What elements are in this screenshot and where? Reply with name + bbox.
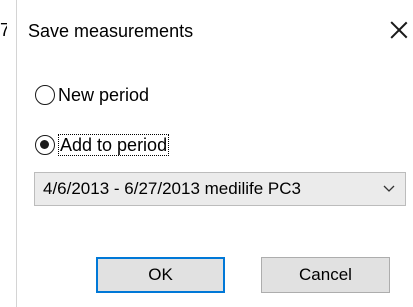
new-period-radio[interactable] <box>35 85 55 105</box>
chevron-down-icon[interactable] <box>383 185 395 195</box>
cancel-button[interactable]: Cancel <box>261 257 390 293</box>
add-to-period-radio[interactable] <box>35 135 55 155</box>
close-icon[interactable] <box>388 19 410 41</box>
add-to-period-label: Add to period <box>58 134 170 156</box>
period-select[interactable]: 4/6/2013 - 6/27/2013 medilife PC3 <box>34 172 406 206</box>
new-period-label: New period <box>58 85 150 105</box>
new-period-option[interactable]: New period <box>35 84 149 106</box>
save-measurements-dialog: Save measurements New period Add to peri… <box>16 0 413 307</box>
ok-button[interactable]: OK <box>96 257 225 293</box>
period-select-value: 4/6/2013 - 6/27/2013 medilife PC3 <box>43 179 302 198</box>
add-to-period-option[interactable]: Add to period <box>35 134 170 156</box>
background-window-fragment: 7 <box>0 21 7 39</box>
dialog-title: Save measurements <box>28 21 194 41</box>
